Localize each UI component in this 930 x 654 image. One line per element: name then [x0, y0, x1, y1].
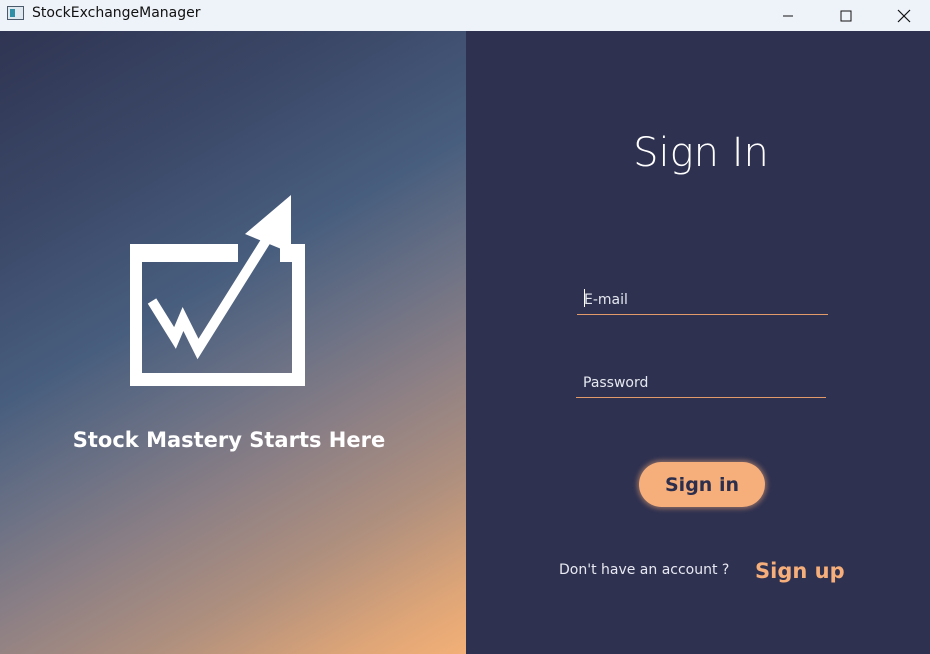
minimize-icon [783, 15, 793, 16]
no-account-text: Don't have an account ? [559, 562, 730, 578]
maximize-button[interactable] [817, 0, 875, 31]
password-field-container [576, 368, 826, 398]
sign-in-button[interactable]: Sign in [639, 462, 765, 507]
sign-up-link[interactable]: Sign up [755, 559, 845, 583]
window-title: StockExchangeManager [32, 5, 201, 21]
title-bar: StockExchangeManager [0, 0, 930, 31]
email-input[interactable] [577, 285, 828, 314]
branding-panel: Stock Mastery Starts Here [0, 31, 466, 654]
close-icon [897, 9, 911, 22]
tagline: Stock Mastery Starts Here [72, 428, 386, 452]
text-cursor [584, 289, 585, 307]
minimize-button[interactable] [759, 0, 817, 31]
chart-arrow-icon [130, 195, 305, 386]
sign-in-panel: Sign In Sign in Don't have an account ? … [466, 31, 930, 654]
close-button[interactable] [875, 0, 930, 31]
password-input[interactable] [576, 368, 826, 397]
maximize-icon [840, 10, 852, 21]
email-field-container [577, 285, 828, 315]
page-title: Sign In [633, 130, 769, 176]
app-icon [7, 6, 24, 20]
